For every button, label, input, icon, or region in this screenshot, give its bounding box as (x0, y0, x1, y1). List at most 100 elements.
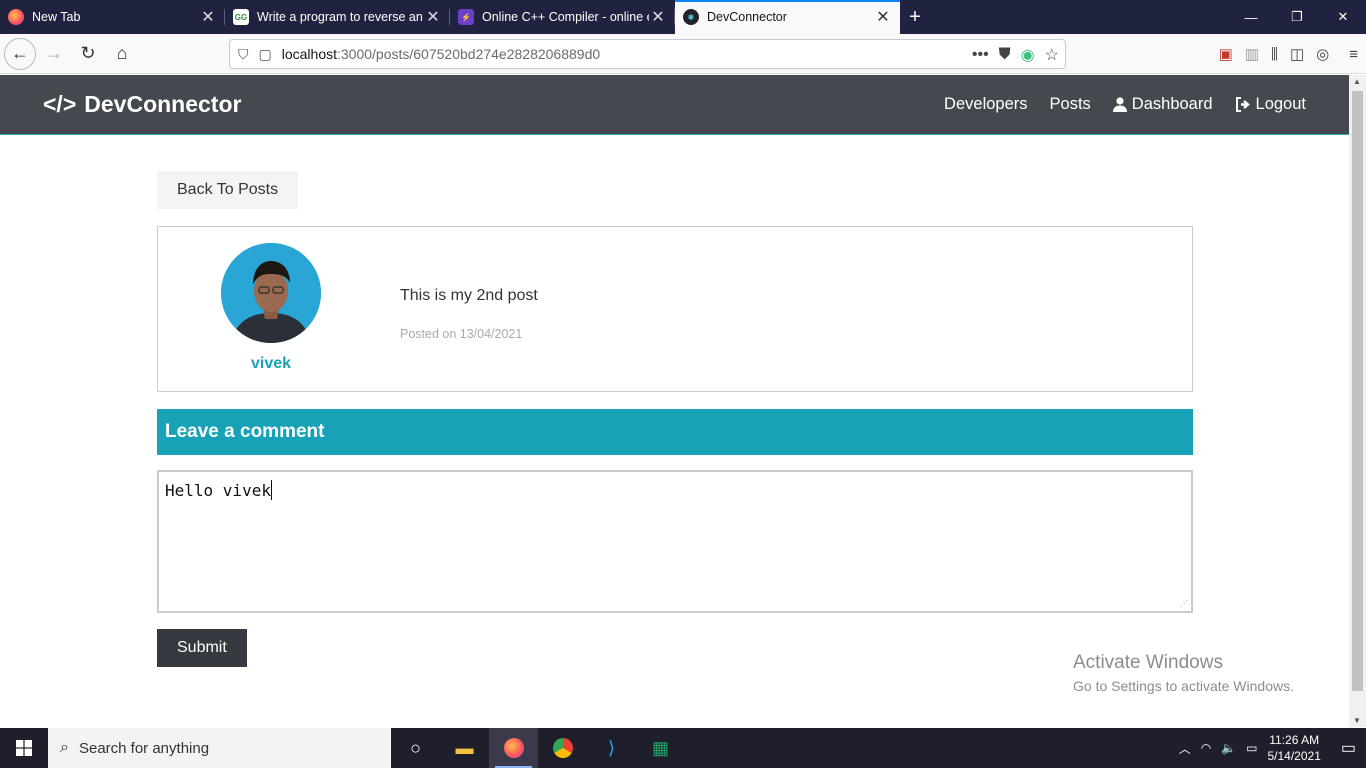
tab-title: Online C++ Compiler - online e (482, 10, 649, 24)
url-actions: ••• ⛊ ◉ ☆ (972, 40, 1059, 70)
tab-title: Write a program to reverse an a (257, 10, 424, 24)
comment-header: Leave a comment (157, 409, 1193, 455)
browser-tab-bar: New Tab ✕ GG Write a program to reverse … (0, 0, 1366, 34)
browser-tools: ▣ ▥ ⫼ ◫ ◎ ≡ (1219, 34, 1358, 74)
post-container: Back To Posts vivek This is my 2nd post … (157, 171, 1193, 667)
excel-icon[interactable]: ▦ (636, 728, 685, 768)
system-tray: ︿ ◠ 🔈 ▭ 11:26 AM 5/14/2021 ▭ (1179, 728, 1366, 768)
battery-icon[interactable]: ▭ (1246, 741, 1257, 755)
chevron-up-icon[interactable]: ︿ (1179, 740, 1191, 757)
nav-dashboard-label: Dashboard (1131, 95, 1213, 113)
brand-name: DevConnector (84, 91, 242, 117)
taskbar-search[interactable]: ⌕ Search for anything (48, 728, 391, 768)
home-icon[interactable]: ⌂ (106, 38, 138, 70)
comment-textarea[interactable]: Hello vivek ⋰ (157, 470, 1193, 613)
nav-dashboard[interactable]: Dashboard (1112, 95, 1213, 114)
text-caret (270, 480, 272, 500)
tab-gfg[interactable]: GG Write a program to reverse an a ✕ (225, 0, 450, 34)
close-icon[interactable]: ✕ (424, 7, 442, 27)
search-icon: ⌕ (60, 739, 69, 756)
tab-new-tab[interactable]: New Tab ✕ (0, 0, 225, 34)
close-icon[interactable]: ✕ (199, 7, 217, 27)
chrome-logo-icon (552, 738, 573, 758)
browser-toolbar: ← → ↻ ⌂ ⛉ ▢ localhost:3000/posts/607520b… (0, 34, 1366, 74)
avatar[interactable] (221, 243, 321, 343)
tab-devconnector[interactable]: ⚛ DevConnector ✕ (675, 0, 900, 34)
more-actions-icon[interactable]: ••• (972, 46, 989, 64)
pocket-icon[interactable]: ⛊ (999, 46, 1011, 64)
notifications-icon[interactable]: ▭ (1341, 738, 1356, 758)
comment-text: Hello vivek (165, 481, 271, 500)
user-icon (1112, 97, 1127, 112)
post-card: vivek This is my 2nd post Posted on 13/0… (157, 226, 1193, 392)
scrollbar-thumb[interactable] (1352, 91, 1363, 691)
post-username[interactable]: vivek (221, 355, 321, 373)
clock-time: 11:26 AM (1269, 733, 1320, 747)
back-to-posts-button[interactable]: Back To Posts (157, 171, 299, 209)
watermark-title: Activate Windows (1073, 652, 1223, 673)
close-icon[interactable]: ✕ (649, 7, 667, 27)
react-icon: ⚛ (683, 9, 699, 25)
sidebar-icon[interactable]: ◫ (1290, 45, 1304, 63)
page-scrollbar[interactable]: ▲ ▼ (1349, 75, 1366, 727)
firefox-icon (503, 738, 524, 758)
file-explorer-icon[interactable]: ▬ (440, 728, 489, 768)
scroll-down-icon[interactable]: ▼ (1353, 716, 1361, 725)
tab-compiler[interactable]: ⚡ Online C++ Compiler - online e ✕ (450, 0, 675, 34)
close-icon[interactable]: ✕ (874, 7, 892, 27)
nav-developers[interactable]: Developers (944, 95, 1027, 114)
nav-logout[interactable]: Logout (1235, 95, 1306, 114)
shield-icon[interactable]: ⛉ (238, 46, 249, 63)
tab-title: New Tab (32, 10, 81, 24)
window-controls: — ❐ ✕ (1228, 0, 1366, 34)
sign-out-icon (1235, 97, 1251, 112)
forward-arrow-icon[interactable]: → (38, 38, 70, 70)
minimize-icon[interactable]: — (1228, 0, 1274, 34)
url-bar[interactable]: ⛉ ▢ localhost:3000/posts/607520bd274e282… (229, 39, 1066, 69)
firefox-taskbar-icon[interactable] (489, 728, 538, 768)
submit-button[interactable]: Submit (157, 629, 247, 667)
firefox-icon (8, 9, 24, 25)
vscode-icon[interactable]: ⟩ (587, 728, 636, 768)
resize-grip-icon[interactable]: ⋰ (1180, 599, 1188, 608)
scroll-up-icon[interactable]: ▲ (1353, 77, 1361, 86)
nav-logout-label: Logout (1255, 95, 1306, 113)
back-arrow-icon[interactable]: ← (4, 37, 36, 70)
reload-icon[interactable]: ↻ (72, 38, 104, 70)
new-tab-button[interactable]: + (900, 0, 930, 34)
clock-date: 5/14/2021 (1267, 749, 1321, 763)
post-date: Posted on 13/04/2021 (400, 327, 523, 341)
watermark-subtitle: Go to Settings to activate Windows. (1073, 678, 1294, 694)
menu-icon[interactable]: ≡ (1349, 46, 1358, 63)
activation-watermark: Activate Windows Go to Settings to activ… (1073, 652, 1294, 694)
reader-icon[interactable]: ▥ (1245, 45, 1259, 63)
restore-icon[interactable]: ❐ (1274, 0, 1320, 34)
taskbar: ⌕ Search for anything ○ ▬ ⟩ ▦ ︿ ◠ 🔈 ▭ 11… (0, 728, 1366, 768)
gfg-icon: GG (233, 9, 249, 25)
task-view-icon[interactable]: ○ (391, 728, 440, 768)
library-icon[interactable]: ⫼ (1271, 46, 1278, 63)
wifi-icon[interactable]: ◠ (1201, 741, 1211, 755)
account-icon[interactable]: ◎ (1316, 45, 1329, 63)
compiler-icon: ⚡ (458, 9, 474, 25)
app-navbar: </> DevConnector Developers Posts Dashbo… (0, 75, 1349, 135)
brand-link[interactable]: </> DevConnector (43, 91, 241, 118)
url-path: :3000/posts/607520bd274e2828206889d0 (337, 46, 601, 62)
windows-start-icon[interactable] (0, 728, 48, 768)
url-host: localhost (281, 46, 337, 62)
volume-mute-icon[interactable]: 🔈 (1221, 741, 1236, 755)
close-window-icon[interactable]: ✕ (1320, 0, 1366, 34)
chrome-icon[interactable] (538, 728, 587, 768)
code-icon: </> (43, 91, 77, 117)
tab-title: DevConnector (707, 10, 787, 24)
taskbar-search-placeholder: Search for anything (78, 739, 210, 757)
page-info-icon[interactable]: ▢ (259, 46, 272, 63)
bookmark-star-icon[interactable]: ☆ (1045, 45, 1059, 65)
extension-icon[interactable]: ◉ (1021, 45, 1035, 65)
nav-posts[interactable]: Posts (1050, 95, 1091, 114)
taskbar-apps: ○ ▬ ⟩ ▦ (391, 728, 685, 768)
nav-links: Developers Posts Dashboard Logout (944, 95, 1306, 114)
page-viewport: </> DevConnector Developers Posts Dashbo… (0, 75, 1349, 727)
addon-icon[interactable]: ▣ (1219, 45, 1233, 63)
clock[interactable]: 11:26 AM 5/14/2021 (1267, 732, 1320, 764)
